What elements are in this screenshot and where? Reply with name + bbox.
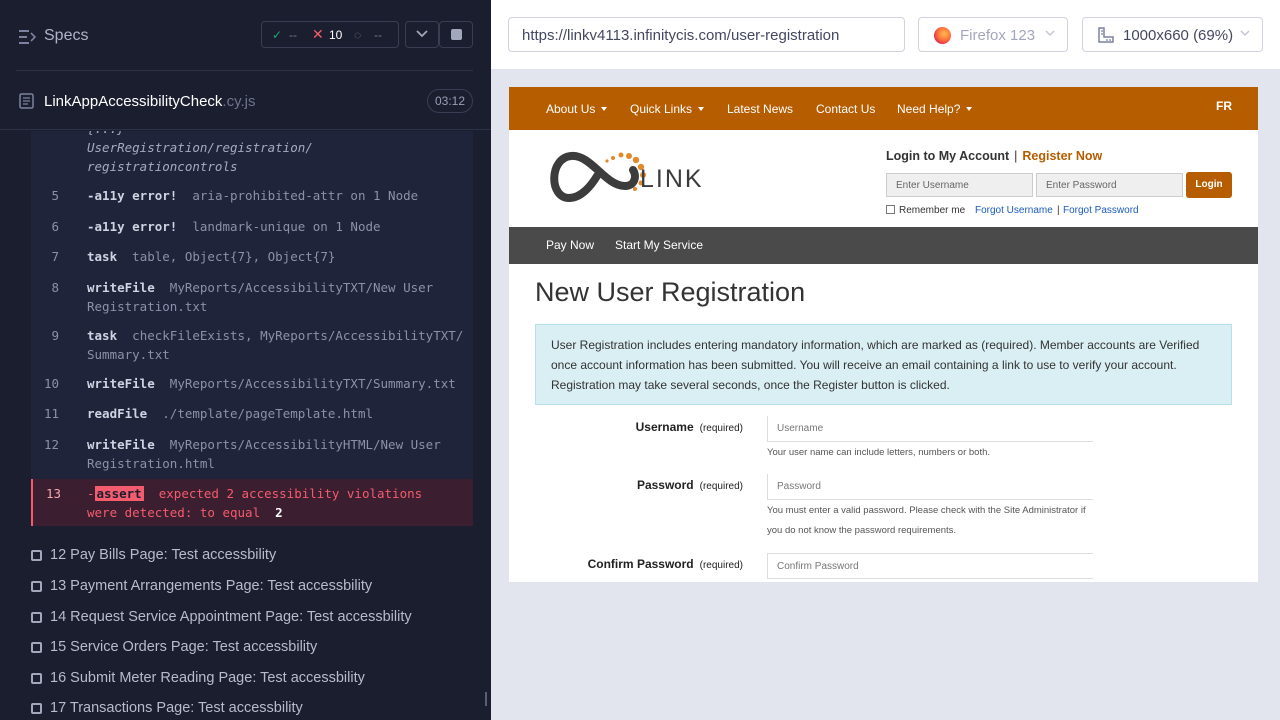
chevron-down-icon	[416, 30, 428, 38]
nav-start-my-service[interactable]: Start My Service	[615, 238, 703, 252]
viewport-selector[interactable]: 1000x660 (69%)	[1082, 17, 1263, 52]
username-input[interactable]: Username	[767, 416, 1093, 442]
password-help: You must enter a valid password. Please …	[767, 505, 1086, 536]
panel-resize-handle[interactable]	[485, 692, 487, 706]
confirm-password-input[interactable]: Confirm Password	[767, 553, 1093, 579]
browser-label: Firefox 123	[960, 27, 1036, 44]
checkbox-icon	[31, 703, 42, 714]
chevron-down-icon	[1240, 30, 1250, 37]
log-entry[interactable]: 8 writeFile MyReports/AccessibilityTXT/N…	[31, 278, 473, 318]
pass-check-icon: ✓	[272, 28, 283, 42]
password-label: Password (required)	[636, 478, 743, 492]
app-under-test: About Us Quick Links Latest News Contact…	[509, 87, 1258, 582]
top-navigation: About Us Quick Links Latest News Contact…	[509, 87, 1258, 130]
caret-down-icon	[966, 107, 973, 111]
remember-me[interactable]: Remember me	[886, 205, 965, 216]
page-title: New User Registration	[535, 277, 806, 307]
browser-selector[interactable]: Firefox 123	[918, 17, 1068, 52]
log-entry[interactable]: 10 writeFile MyReports/AccessibilityTXT/…	[31, 374, 473, 396]
specs-bar: Specs ✓ -- ✕ 10 ◌ --	[0, 0, 491, 71]
checkbox-icon	[31, 642, 42, 653]
log-entry[interactable]: 12 writeFile MyReports/AccessibilityHTML…	[31, 435, 473, 475]
test-stats: ✓ -- ✕ 10 ◌ --	[261, 21, 399, 48]
spec-file-header: LinkAppAccessibilityCheck.cy.js 03:12	[0, 72, 491, 130]
spec-file-name: LinkAppAccessibilityCheck.cy.js	[44, 93, 256, 110]
link-separator: |	[1057, 205, 1060, 216]
sub-navigation: Pay Now Start My Service	[509, 227, 1258, 264]
login-username-input[interactable]: Enter Username	[886, 173, 1033, 197]
log-entry[interactable]: 5 -a11y error! aria-prohibited-attr on 1…	[31, 186, 473, 208]
log-entry[interactable]: 7 task table, Object{7}, Object{7}	[31, 247, 473, 269]
stop-icon	[451, 29, 462, 40]
pending-spinner-icon: ◌	[354, 28, 362, 42]
url-bar[interactable]: https://linkv4113.infinitycis.com/user-r…	[508, 17, 905, 52]
info-alert: User Registration includes entering mand…	[535, 324, 1232, 405]
spec-file-ext: .cy.js	[222, 93, 256, 110]
log-entry-assert-error[interactable]: 13 - assert expected 2 accessibility viol…	[31, 479, 473, 526]
command-log: {...} UserRegistration/registration/ reg…	[31, 131, 473, 526]
username-label: Username (required)	[635, 420, 743, 434]
passed-count: --	[289, 28, 297, 42]
password-input[interactable]: Password	[767, 474, 1093, 500]
username-help: Your user name can include letters, numb…	[767, 447, 991, 458]
nav-pay-now[interactable]: Pay Now	[546, 238, 594, 252]
register-now-link[interactable]: Register Now	[1022, 149, 1102, 163]
nav-about-us[interactable]: About Us	[546, 102, 608, 116]
nav-need-help[interactable]: Need Help?	[897, 102, 973, 116]
log-entry[interactable]: 6 -a11y error! landmark-unique on 1 Node	[31, 217, 473, 239]
specs-list-icon[interactable]	[18, 29, 36, 45]
specs-title[interactable]: Specs	[44, 27, 88, 45]
nav-latest-news[interactable]: Latest News	[727, 102, 793, 116]
caret-down-icon	[698, 107, 705, 111]
login-button[interactable]: Login	[1186, 172, 1232, 198]
log-entry[interactable]: 9 task checkFileExists, MyReports/Access…	[31, 326, 473, 366]
run-duration: 03:12	[427, 89, 473, 113]
login-title: Login to My Account | Register Now	[886, 149, 1103, 163]
firefox-icon	[934, 27, 951, 44]
log-entry[interactable]: 11 readFile ./template/pageTemplate.html	[31, 404, 473, 426]
checkbox-icon	[31, 673, 42, 684]
checkbox-icon	[31, 550, 42, 561]
forgot-username-link[interactable]: Forgot Username	[975, 205, 1053, 216]
file-icon	[19, 93, 34, 109]
caret-down-icon	[601, 107, 608, 111]
svg-text:LINK: LINK	[640, 165, 704, 193]
viewport-label: 1000x660 (69%)	[1123, 27, 1234, 44]
aut-header: https://linkv4113.infinitycis.com/user-r…	[491, 0, 1280, 70]
chevron-down-icon	[1045, 30, 1055, 37]
checkbox-icon[interactable]	[886, 205, 895, 214]
confirm-password-label: Confirm Password (required)	[587, 557, 743, 571]
forgot-password-link[interactable]: Forgot Password	[1063, 205, 1139, 216]
stop-button[interactable]	[439, 21, 473, 48]
ruler-icon	[1098, 27, 1114, 43]
fail-x-icon: ✕	[312, 26, 324, 42]
login-password-input[interactable]: Enter Password	[1036, 173, 1183, 197]
checkbox-icon	[31, 612, 42, 623]
nav-contact-us[interactable]: Contact Us	[816, 102, 875, 116]
checkbox-icon	[31, 581, 42, 592]
nav-quick-links[interactable]: Quick Links	[630, 102, 705, 116]
link-logo[interactable]: LINK	[547, 146, 712, 206]
failed-count: 10	[329, 28, 343, 42]
language-toggle[interactable]: FR	[1216, 99, 1232, 113]
cypress-runner-panel: Specs ✓ -- ✕ 10 ◌ -- LinkAppAccessibilit…	[0, 0, 491, 720]
pending-count: --	[374, 28, 382, 42]
collapse-button[interactable]	[405, 21, 439, 48]
